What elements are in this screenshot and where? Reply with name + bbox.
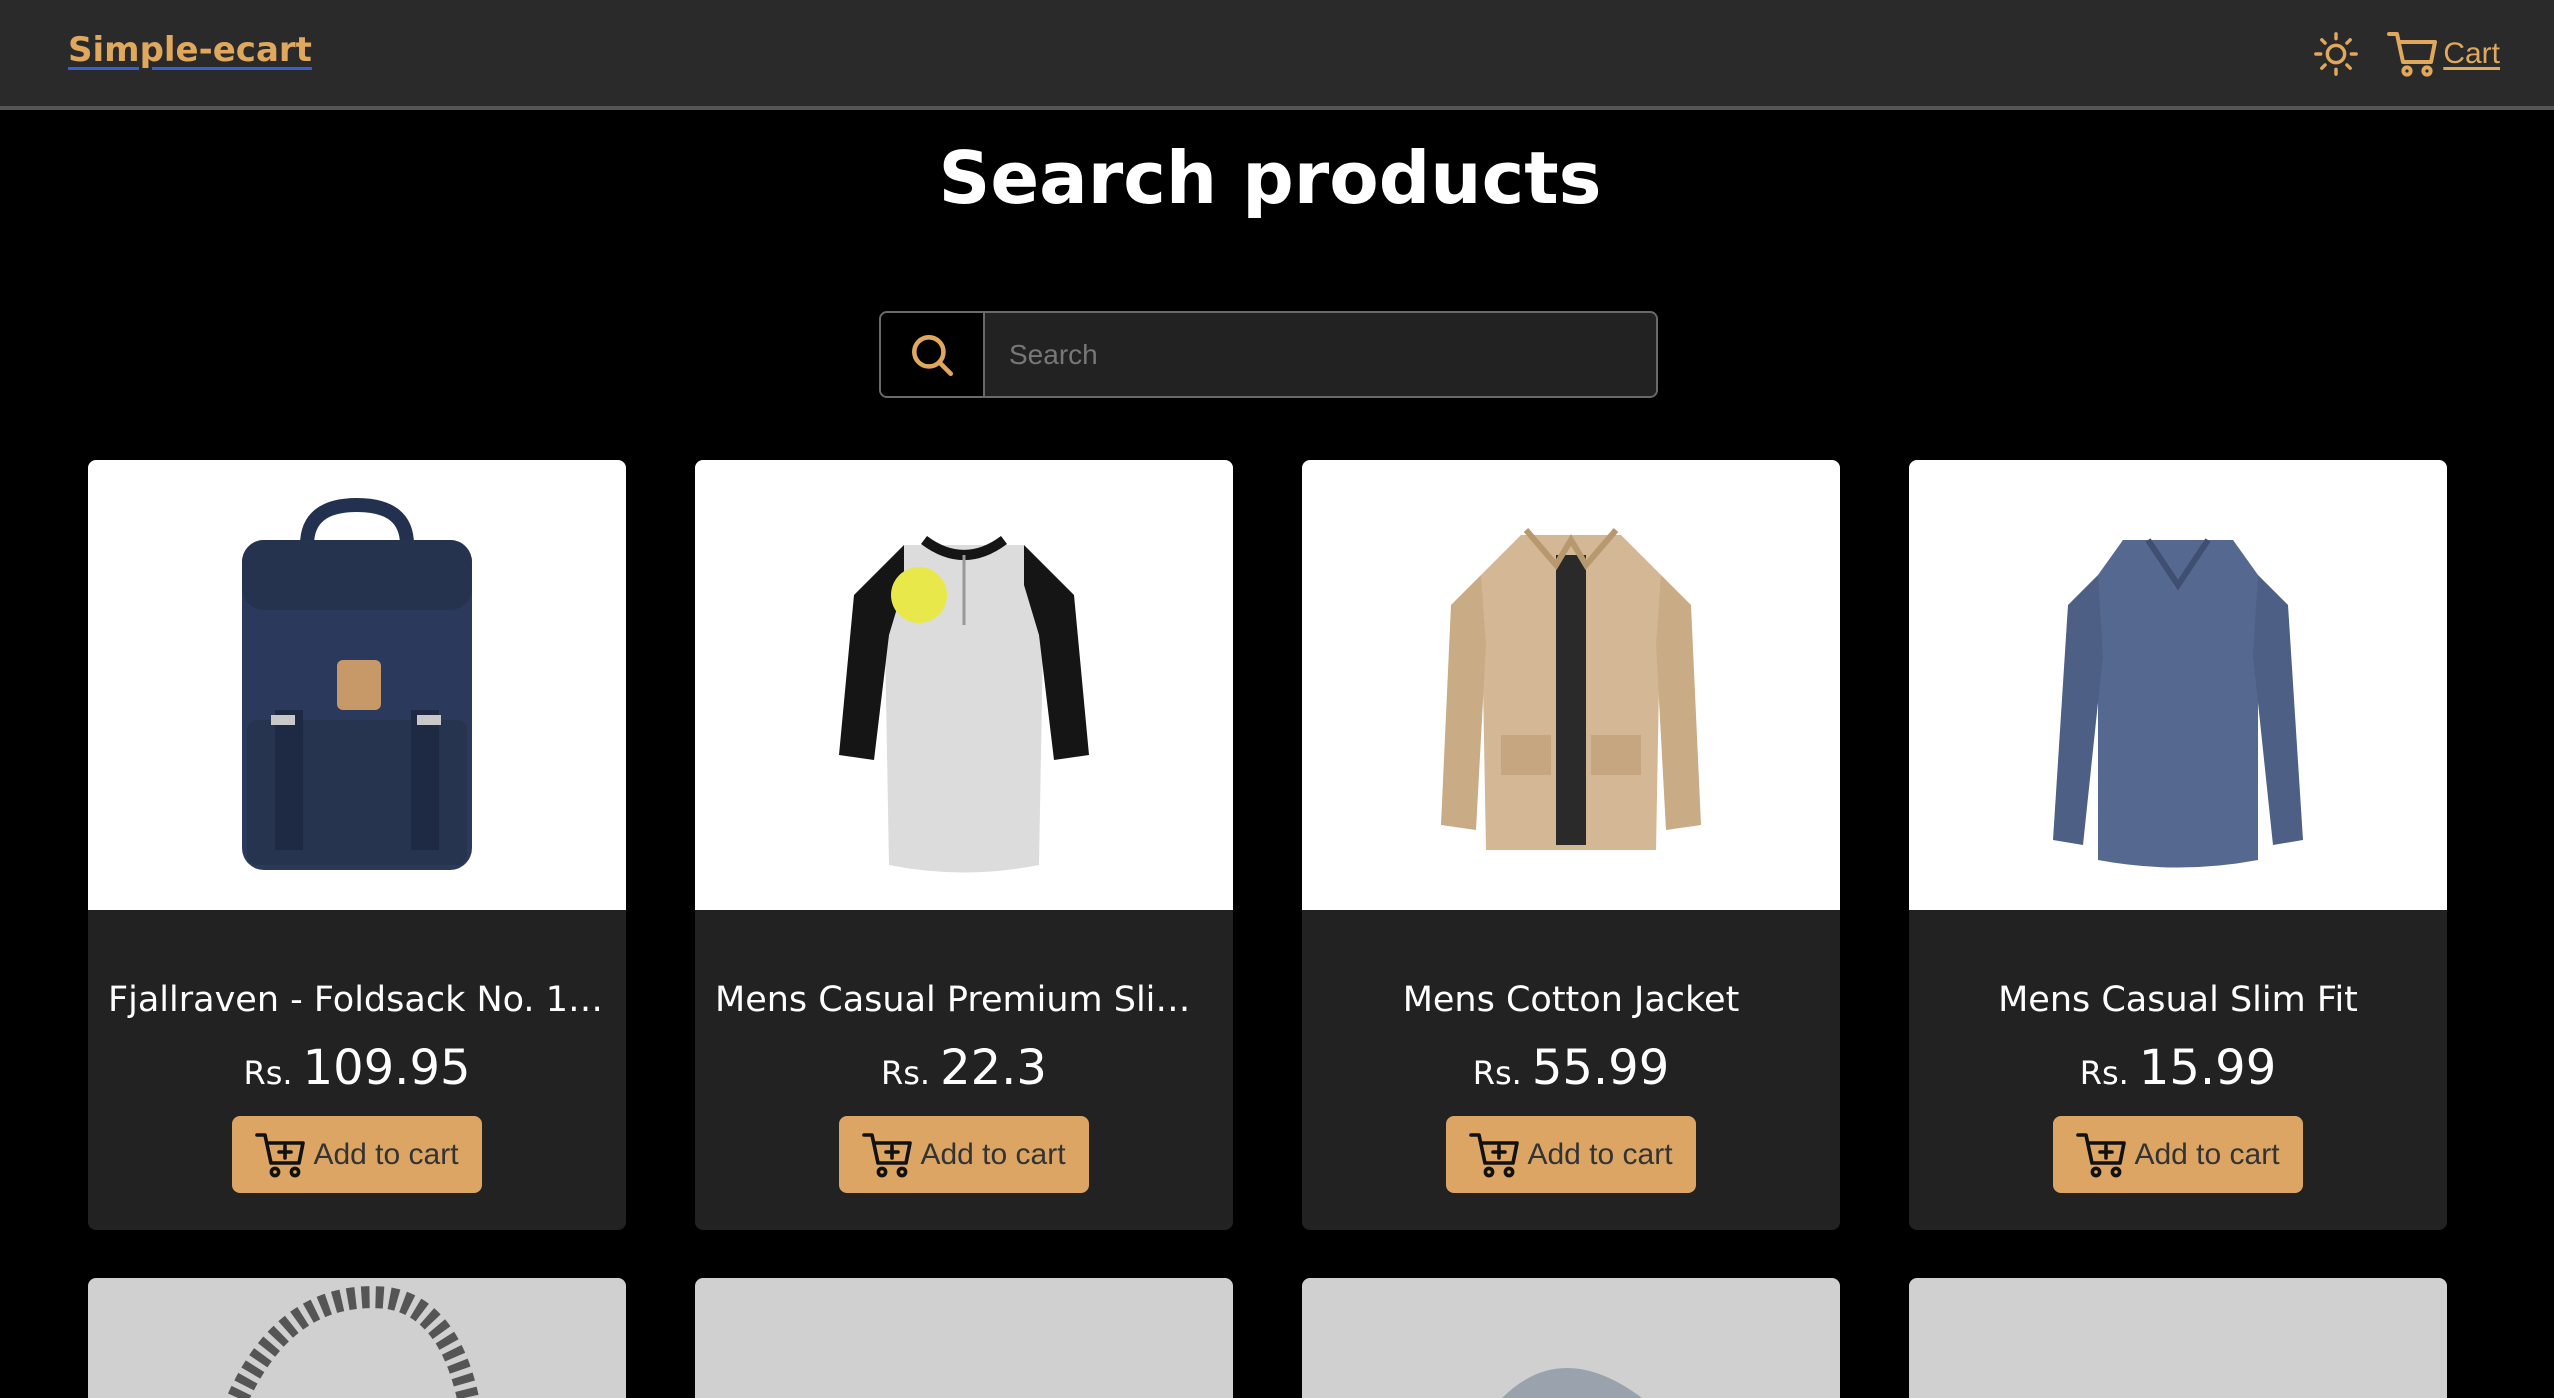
search-icon [912,334,954,376]
cart-label: Cart [2443,37,2500,70]
bracelet-image [227,1286,479,1398]
navbar-actions: Cart [2313,26,2500,82]
product-card: Mens Casual Premium Slim Fit T-Shirts Rs… [695,460,1233,1230]
product-card-partial[interactable] [1909,1278,2447,1398]
search-button[interactable] [881,313,985,396]
product-image[interactable] [1909,460,2447,910]
jacket-image [1441,528,1701,850]
product-card: Mens Cotton Jacket Rs. 55.99 Add to cart [1302,460,1840,1230]
add-to-cart-button[interactable]: Add to cart [839,1116,1089,1193]
page-title: Search products [938,136,1602,220]
product-title: Mens Cotton Jacket [1402,980,1740,1020]
product-image[interactable] [88,460,626,910]
product-title: Fjallraven - Foldsack No. 1 Backpack, Fi… [108,980,626,1020]
currency-label: Rs. [2079,1054,2129,1092]
product-price: Rs. 22.3 [695,1040,1233,1096]
navbar: Simple-ecart Cart [0,0,2554,110]
price-value: 109.95 [302,1040,471,1096]
product-card-partial[interactable] [88,1278,626,1398]
product-card-partial[interactable] [1302,1278,1840,1398]
brand-logo-link[interactable]: Simple-ecart [68,30,312,70]
cart-icon [2387,32,2438,77]
product-title: Mens Casual Slim Fit [1998,980,2358,1020]
add-to-cart-button[interactable]: Add to cart [232,1116,482,1193]
product-image[interactable] [1302,460,1840,910]
add-to-cart-label: Add to cart [2134,1137,2280,1171]
product-card: Mens Casual Slim Fit Rs. 15.99 Add to car… [1909,460,2447,1230]
price-value: 15.99 [2138,1040,2277,1096]
product-price: Rs. 109.95 [88,1040,626,1096]
add-to-cart-label: Add to cart [920,1137,1066,1171]
currency-label: Rs. [881,1054,931,1092]
add-to-cart-button[interactable]: Add to cart [1446,1116,1696,1193]
long-sleeve-shirt-image [2053,538,2303,868]
product-title: Mens Casual Premium Slim Fit T-Shirts [715,980,1233,1020]
product-card-partial[interactable] [695,1278,1233,1398]
add-to-cart-label: Add to cart [313,1137,459,1171]
product-price: Rs. 15.99 [1909,1040,2447,1096]
search-input[interactable] [985,313,1656,396]
currency-label: Rs. [1472,1054,1522,1092]
raglan-shirt-image [839,535,1089,873]
cart-link[interactable]: Cart [2387,30,2500,78]
add-to-cart-icon [255,1132,306,1177]
add-to-cart-icon [1469,1132,1520,1177]
ring-image [1502,1368,1642,1398]
add-to-cart-label: Add to cart [1527,1137,1673,1171]
add-to-cart-icon [2076,1132,2127,1177]
product-image[interactable] [695,460,1233,910]
product-price: Rs. 55.99 [1302,1040,1840,1096]
product-card: Fjallraven - Foldsack No. 1 Backpack, Fi… [88,460,626,1230]
add-to-cart-icon [862,1132,913,1177]
price-value: 22.3 [940,1040,1047,1096]
currency-label: Rs. [243,1054,293,1092]
sun-icon[interactable] [2313,31,2359,77]
price-value: 55.99 [1531,1040,1670,1096]
search-bar [879,311,1658,398]
backpack-image [242,497,472,870]
add-to-cart-button[interactable]: Add to cart [2053,1116,2303,1193]
